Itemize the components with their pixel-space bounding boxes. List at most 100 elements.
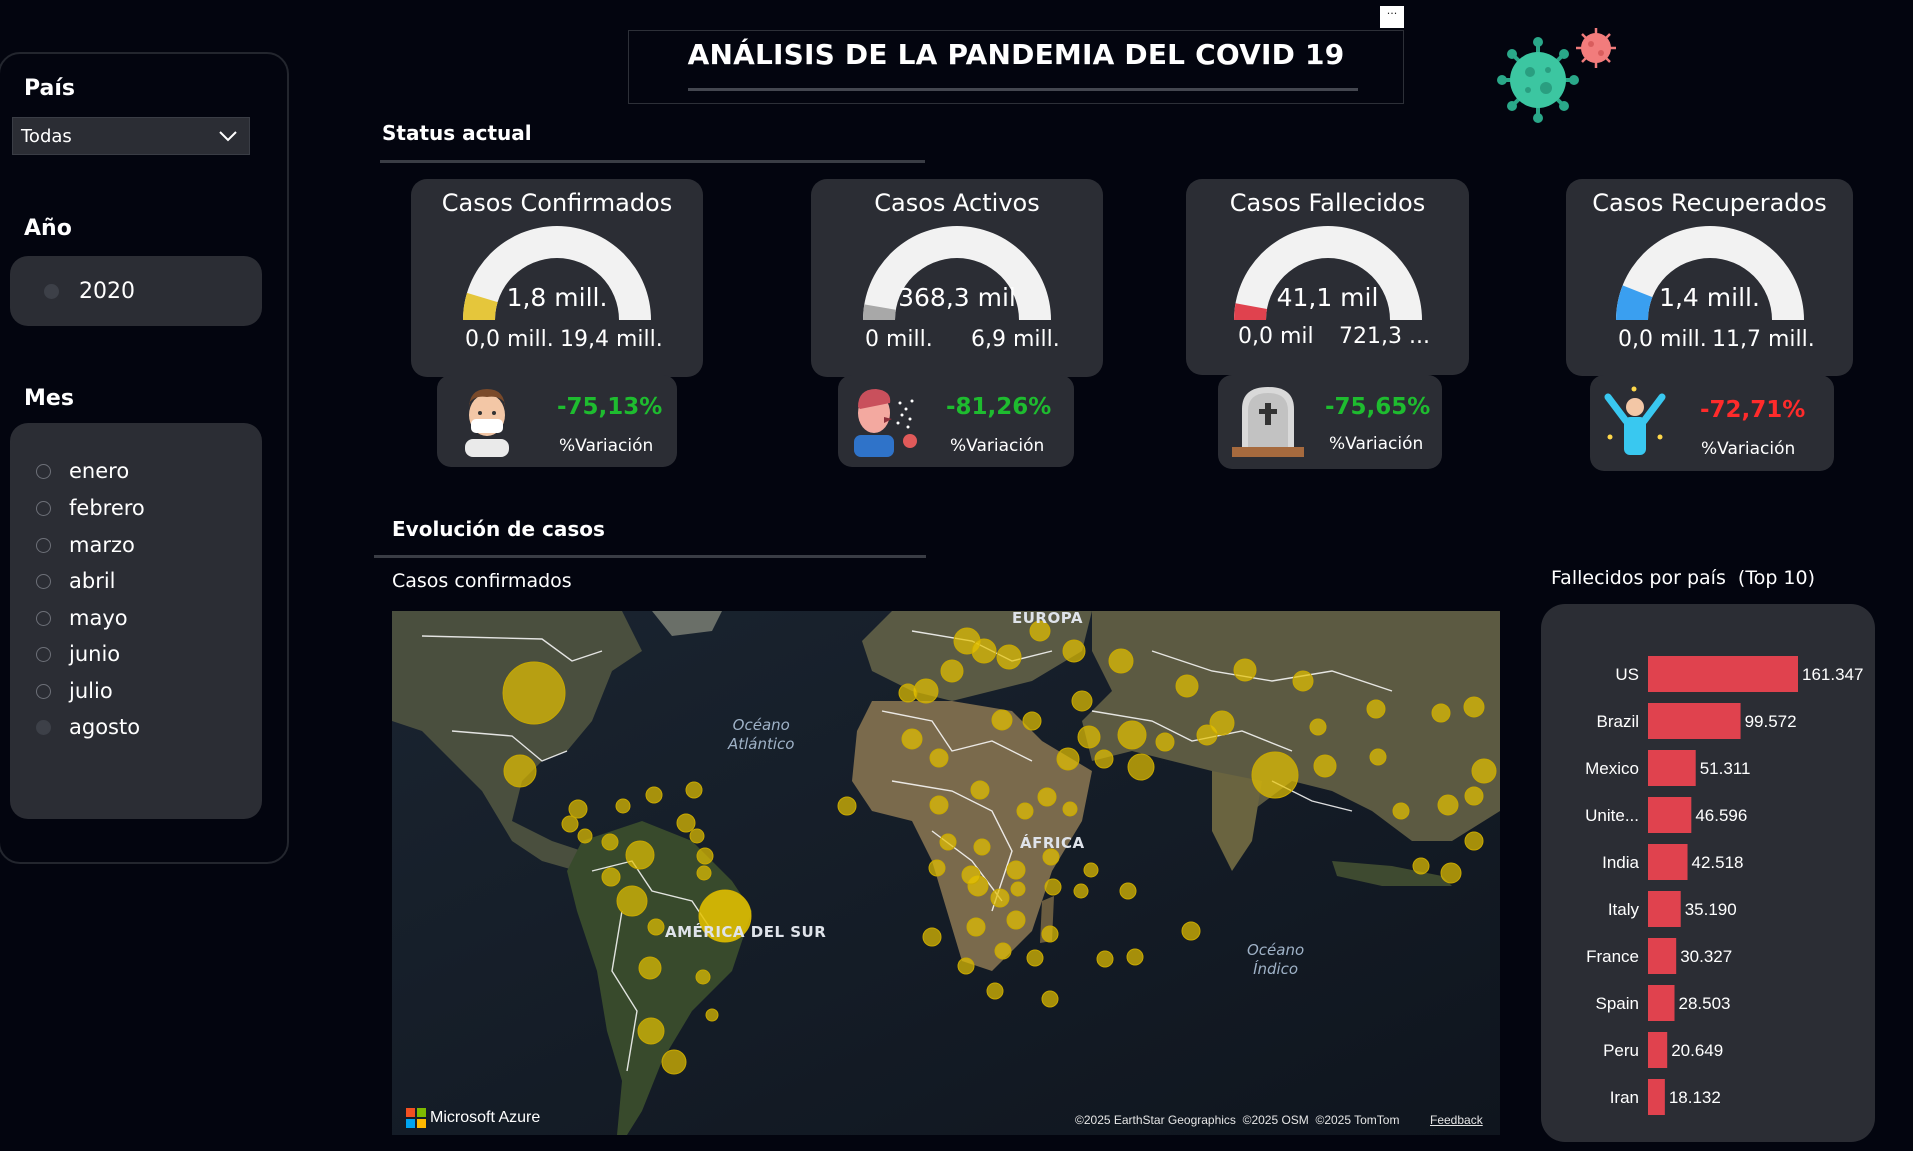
bar-france[interactable] (1648, 938, 1677, 974)
mes-option-julio[interactable]: julio (36, 676, 113, 706)
section-divider (380, 160, 925, 163)
variation-card-confirmados[interactable]: -75,13% %Variación (437, 375, 677, 467)
kpi-title: Casos Fallecidos (1229, 189, 1426, 217)
radio-button[interactable] (36, 610, 51, 626)
map-label-south-america: AMÉRICA DEL SUR (665, 923, 827, 941)
variation-card-recuperados[interactable]: -72,71% %Variación (1590, 375, 1834, 471)
kpi-value: 41,1 mil (1276, 283, 1379, 312)
more-options-button[interactable]: ··· (1380, 6, 1404, 28)
feedback-link[interactable]: Feedback (1430, 1113, 1483, 1127)
anio-slicer: 2020 (10, 256, 262, 326)
radio-button[interactable] (36, 683, 51, 699)
mes-option-abril[interactable]: abril (36, 566, 116, 596)
map-title: Casos confirmados (392, 570, 572, 592)
map-attribution: ©2025 EarthStar Geographics ©2025 OSM ©2… (1075, 1113, 1400, 1127)
pais-dropdown[interactable]: Todas (12, 117, 250, 155)
gauge-activos (863, 226, 1051, 320)
bar-value-label: 30.327 (1680, 947, 1732, 966)
gauge-max: 19,4 mill. (560, 327, 663, 352)
radio-button-selected[interactable] (36, 719, 51, 735)
gauge-max: 721,3 ... (1339, 324, 1430, 349)
kpi-card-confirmados[interactable]: Casos Confirmados 1,8 mill. 0,0 mill. 19… (411, 179, 703, 377)
anio-option-2020[interactable]: 2020 (79, 279, 135, 304)
mes-option-marzo[interactable]: marzo (36, 530, 135, 560)
variation-card-activos[interactable]: -81,26% %Variación (838, 375, 1074, 467)
bar-category-label: Unite... (1585, 806, 1639, 825)
bar-spain[interactable] (1648, 985, 1675, 1021)
bar-peru[interactable] (1648, 1032, 1668, 1068)
radio-button[interactable] (36, 646, 51, 662)
bar-us[interactable] (1648, 656, 1798, 692)
kpi-title: Casos Activos (874, 189, 1040, 217)
bar-mexico[interactable] (1648, 750, 1696, 786)
sneezing-person-icon (854, 389, 917, 457)
bar-category-label: Peru (1603, 1041, 1639, 1060)
pais-slicer-title: País (24, 76, 76, 101)
bar-category-label: Italy (1608, 900, 1640, 919)
mes-option-febrero[interactable]: febrero (36, 493, 145, 523)
mes-label: marzo (69, 533, 135, 557)
gauge-fallecidos (1234, 226, 1422, 320)
microsoft-azure-brand: Microsoft Azure (406, 1108, 540, 1128)
pais-selected-value: Todas (21, 125, 72, 147)
mes-label: julio (69, 679, 113, 703)
anio-radio-2020[interactable] (44, 283, 59, 299)
variation-value: -81,26% (946, 394, 1052, 420)
virus-illustration-icon (1497, 28, 1616, 123)
map-label-europe: EUROPA (1012, 611, 1083, 627)
gauge-confirmados (463, 226, 651, 320)
mes-label: abril (69, 569, 116, 593)
bar-brazil[interactable] (1648, 703, 1741, 739)
variation-card-fallecidos[interactable]: -75,65% %Variación (1218, 375, 1442, 469)
bar-value-label: 35.190 (1685, 900, 1737, 919)
kpi-card-recuperados[interactable]: Casos Recuperados 1,4 mill. 0,0 mill. 11… (1566, 179, 1853, 376)
variation-value: -72,71% (1700, 397, 1806, 423)
deaths-chart-title: Fallecidos por país (Top 10) (1551, 567, 1816, 589)
status-section-title: Status actual (382, 121, 532, 145)
evolution-section-title: Evolución de casos (392, 517, 605, 541)
gauge-max: 11,7 mill. (1712, 327, 1815, 352)
radio-button[interactable] (36, 573, 51, 589)
radio-button[interactable] (36, 463, 51, 479)
map-label-indian: Océano Índico (1247, 941, 1305, 978)
gauge-max: 6,9 mill. (971, 327, 1060, 352)
bar-value-label: 42.518 (1692, 853, 1744, 872)
bar-value-label: 51.311 (1700, 759, 1751, 778)
mes-option-enero[interactable]: enero (36, 456, 129, 486)
bar-category-label: France (1586, 947, 1639, 966)
bar-india[interactable] (1648, 844, 1688, 880)
kpi-card-activos[interactable]: Casos Activos 368,3 mil 0 mill. 6,9 mill… (811, 179, 1103, 377)
bar-value-label: 99.572 (1745, 712, 1797, 731)
mes-slicer-title: Mes (24, 386, 74, 411)
kpi-title: Casos Confirmados (441, 189, 673, 217)
mes-option-junio[interactable]: junio (36, 639, 120, 669)
variation-label: %Variación (1701, 439, 1796, 459)
bar-value-label: 161.347 (1802, 665, 1863, 684)
mes-option-agosto[interactable]: agosto (36, 712, 140, 742)
mes-label: agosto (69, 715, 141, 739)
bubble-map[interactable]: Océano Atlántico Océano Índico EUROPA ÁF… (392, 611, 1500, 1135)
mes-option-mayo[interactable]: mayo (36, 603, 128, 633)
bar-value-label: 28.503 (1678, 994, 1730, 1013)
bar-category-label: Spain (1596, 994, 1639, 1013)
kpi-value: 1,4 mill. (1659, 283, 1760, 312)
radio-button[interactable] (36, 500, 51, 516)
title-underline (688, 88, 1358, 91)
radio-button[interactable] (36, 537, 51, 553)
mes-label: junio (69, 642, 121, 666)
gauge-min: 0,0 mil (1238, 324, 1314, 349)
mes-label: febrero (69, 496, 145, 520)
gauge-min: 0,0 mill. (1618, 327, 1707, 352)
bar-category-label: India (1602, 853, 1639, 872)
bar-iran[interactable] (1648, 1079, 1665, 1115)
kpi-card-fallecidos[interactable]: Casos Fallecidos 41,1 mil 0,0 mil 721,3 … (1186, 179, 1469, 375)
variation-label: %Variación (559, 436, 654, 456)
bar-value-label: 20.649 (1671, 1041, 1723, 1060)
variation-value: -75,65% (1325, 394, 1431, 420)
deaths-bar-chart[interactable]: US 161.347 Brazil 99.572 Mexico 51.311 Unite..… (1541, 604, 1875, 1142)
bar-unite[interactable] (1648, 797, 1692, 833)
mes-label: enero (69, 459, 130, 483)
bar-value-label: 18.132 (1669, 1088, 1721, 1107)
bar-value-label: 46.596 (1695, 806, 1747, 825)
bar-italy[interactable] (1648, 891, 1681, 927)
